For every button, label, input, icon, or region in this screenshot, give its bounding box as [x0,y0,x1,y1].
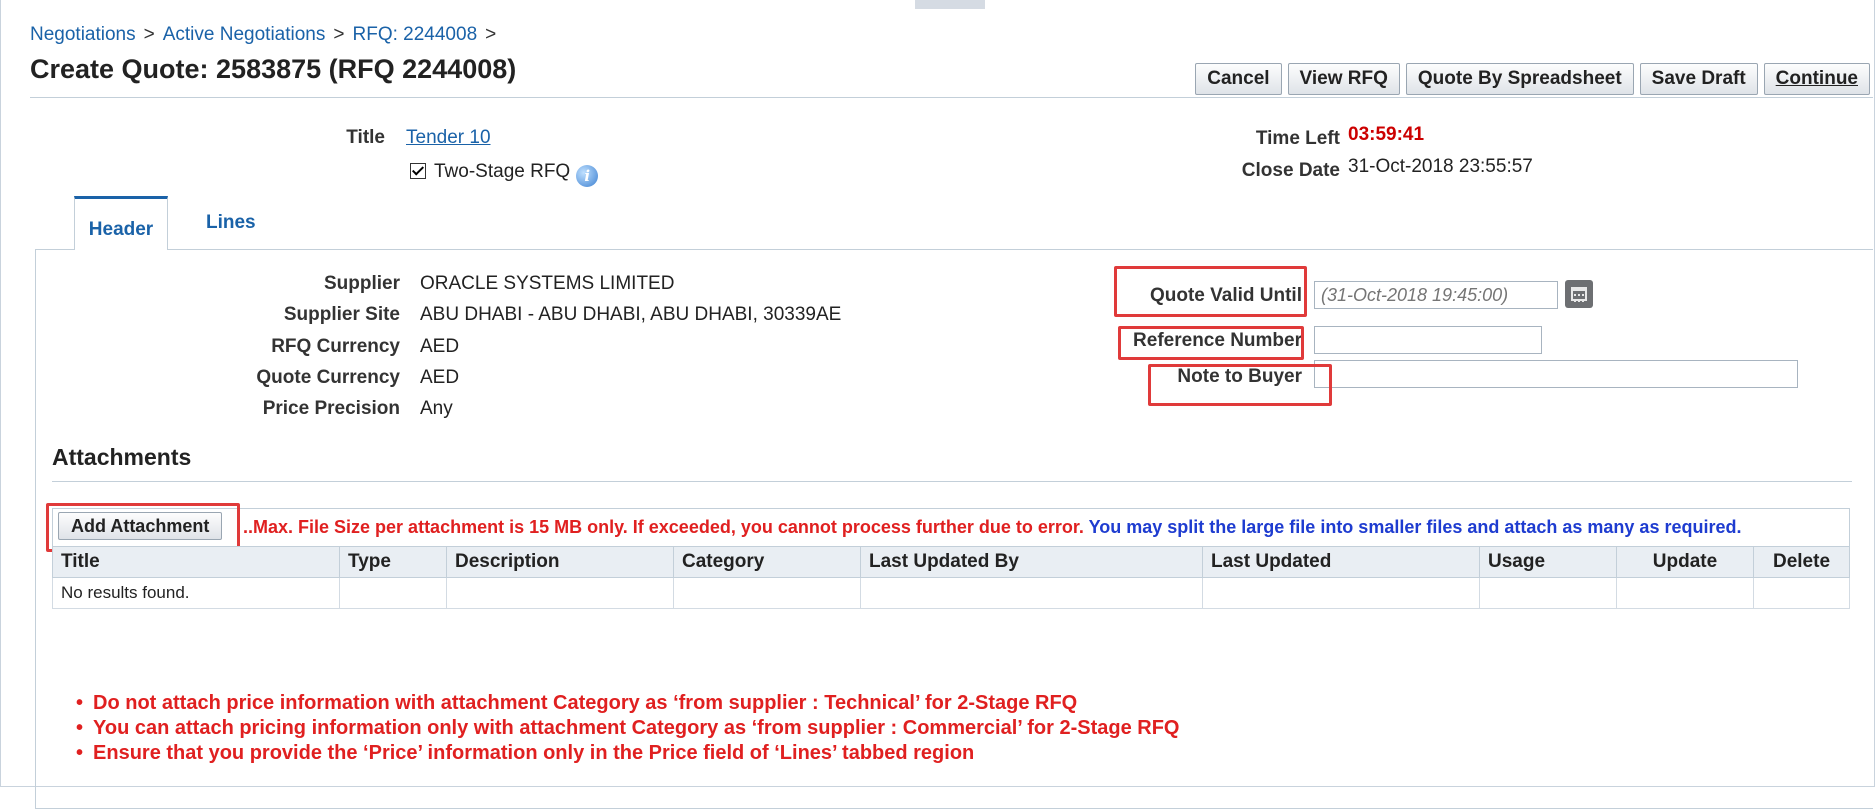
title-label: Title [346,127,385,148]
calendar-icon[interactable] [1565,280,1593,308]
breadcrumb-separator: > [485,24,497,45]
table-row: No results found. [52,577,1850,609]
column-title[interactable]: Title [52,546,340,578]
reference-number-input[interactable] [1314,326,1542,354]
breadcrumb-active-negotiations[interactable]: Active Negotiations [163,24,326,45]
instruction-item: You can attach pricing information only … [76,716,1179,741]
title-divider [30,97,1873,98]
highlight-reference-number [1118,326,1304,360]
time-left-label: Time Left [1255,128,1340,149]
supplier-value: ORACLE SYSTEMS LIMITED [420,273,675,294]
attachment-warning-blue: You may split the large file into smalle… [1088,517,1742,537]
breadcrumb-rfq[interactable]: RFQ: 2244008 [353,24,478,45]
table-cell [1202,577,1480,609]
action-toolbar: Cancel View RFQ Quote By Spreadsheet Sav… [1195,63,1870,95]
title-link[interactable]: Tender 10 [406,127,491,149]
attachments-divider [52,481,1852,482]
attachments-title: Attachments [52,444,192,470]
attachment-size-warning: ..Max. File Size per attachment is 15 MB… [243,517,1741,538]
column-last-updated-by[interactable]: Last Updated By [860,546,1203,578]
tab-lines[interactable]: Lines [206,212,256,234]
tab-header[interactable]: Header [74,196,168,250]
highlight-add-attachment [46,503,240,552]
column-type[interactable]: Type [339,546,447,578]
view-rfq-button[interactable]: View RFQ [1287,63,1400,95]
table-cell [1753,577,1850,609]
instruction-item: Do not attach price information with att… [76,691,1180,716]
two-stage-label: Two-Stage RFQ [434,161,571,182]
attachments-table: Title Type Description Category Last Upd… [52,546,1850,609]
table-cell [1616,577,1754,609]
table-cell [1479,577,1617,609]
save-draft-button[interactable]: Save Draft [1639,63,1758,95]
two-stage-checkbox[interactable] [410,163,426,179]
time-left-value: 03:59:41 [1348,124,1425,145]
table-cell [339,577,447,609]
top-grip-handle[interactable] [915,0,985,9]
cancel-button-label: Cancel [1207,68,1270,89]
close-date-value: 31-Oct-2018 23:55:57 [1348,156,1533,177]
attachments-toolbar: Add Attachment ..Max. File Size per atta… [52,508,1850,546]
info-icon[interactable]: i [576,165,599,187]
breadcrumb-separator: > [143,24,155,45]
table-cell [446,577,674,609]
column-update[interactable]: Update [1616,546,1754,578]
quote-currency-label: Quote Currency [256,367,400,388]
two-stage-rfq: Two-Stage RFQ i [410,161,599,187]
column-last-updated[interactable]: Last Updated [1202,546,1480,578]
breadcrumb-negotiations[interactable]: Negotiations [30,24,136,45]
instruction-item: Ensure that you provide the ‘Price’ info… [76,741,1180,766]
column-description[interactable]: Description [446,546,674,578]
supplier-label: Supplier [323,273,400,294]
breadcrumb: Negotiations > Active Negotiations > RFQ: 22… [30,24,504,46]
table-cell [673,577,861,609]
column-usage[interactable]: Usage [1479,546,1617,578]
continue-button-label: Continue [1775,68,1858,89]
supplier-site-value: ABU DHABI - ABU DHABI, ABU DHABI, 30339A… [420,304,842,325]
note-to-buyer-input[interactable] [1314,360,1798,388]
attachment-warning-red: ..Max. File Size per attachment is 15 MB… [243,517,1084,537]
page-title: Create Quote: 2583875 (RFQ 2244008) [30,54,517,84]
column-category[interactable]: Category [673,546,861,578]
supplier-site-label: Supplier Site [283,304,400,325]
cancel-button[interactable]: Cancel [1195,63,1282,95]
rfq-currency-label: RFQ Currency [271,336,400,357]
quote-by-spreadsheet-button[interactable]: Quote By Spreadsheet [1405,63,1634,95]
highlight-note-to-buyer [1148,364,1332,406]
price-precision-value: Any [420,398,453,419]
quote-valid-until-input[interactable] [1314,281,1558,309]
quote-currency-value: AED [420,367,460,388]
instruction-list: Do not attach price information with att… [76,691,1180,766]
table-cell [860,577,1203,609]
continue-button[interactable]: Continue [1763,63,1870,95]
rfq-currency-value: AED [420,336,460,357]
no-results-cell: No results found. [52,577,340,609]
close-date-label: Close Date [1241,160,1340,181]
column-delete[interactable]: Delete [1753,546,1850,578]
table-header-row: Title Type Description Category Last Upd… [52,546,1850,578]
breadcrumb-separator: > [333,24,345,45]
highlight-quote-valid-until [1114,266,1307,317]
price-precision-label: Price Precision [262,398,400,419]
